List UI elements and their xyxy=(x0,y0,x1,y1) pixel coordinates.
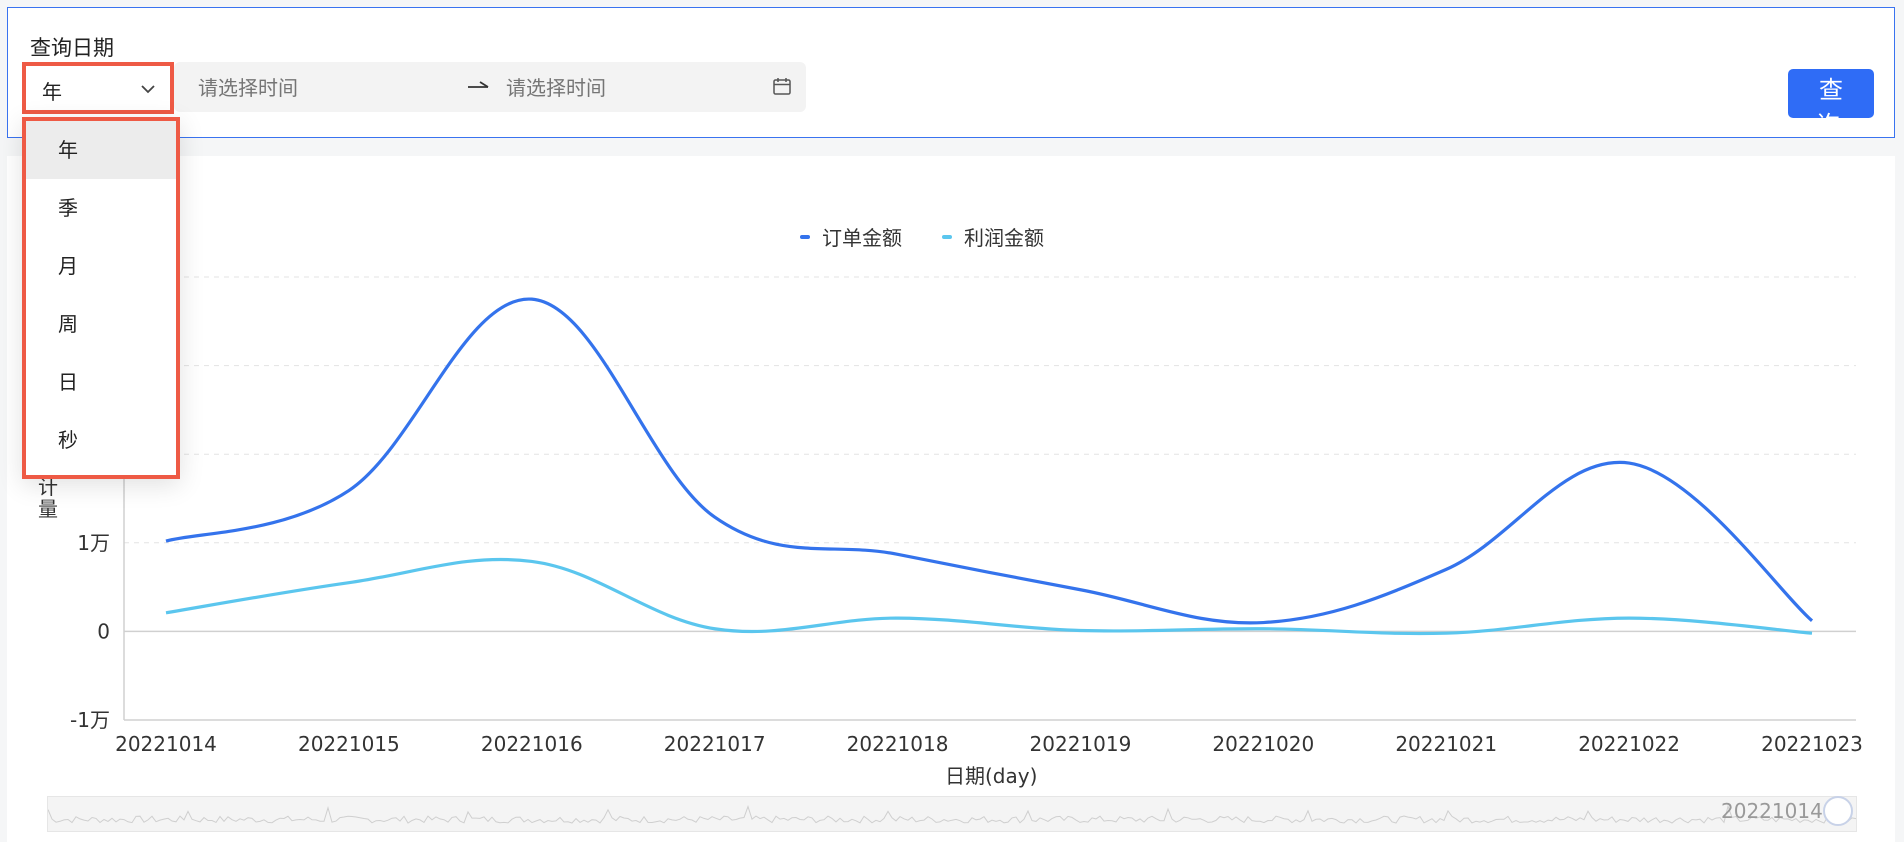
x-tick-label: 20221014 xyxy=(115,732,217,756)
legend-swatch-order xyxy=(800,234,810,239)
chart-legend: 订单金额 利润金额 xyxy=(800,222,1044,251)
x-tick-label: 20221018 xyxy=(847,732,949,756)
x-tick-label: 20221023 xyxy=(1761,732,1863,756)
zoom-handle[interactable] xyxy=(1823,796,1853,826)
dropdown-item-second[interactable]: 秒 xyxy=(26,411,176,469)
x-tick-label: 20221016 xyxy=(481,732,583,756)
dropdown-item-quarter[interactable]: 季 xyxy=(26,179,176,237)
legend-label-profit: 利润金额 xyxy=(964,226,1044,250)
arrow-right-icon xyxy=(468,81,489,88)
legend-item-order[interactable]: 订单金额 xyxy=(800,222,902,251)
chevron-down-icon xyxy=(141,85,155,94)
zoom-slider[interactable] xyxy=(47,796,1857,832)
zoom-preview-sparkline xyxy=(47,804,1857,824)
legend-item-profit[interactable]: 利润金额 xyxy=(942,222,1044,251)
dropdown-item-month[interactable]: 月 xyxy=(26,237,176,295)
x-tick-label: 20221015 xyxy=(298,732,400,756)
x-tick-label: 20221017 xyxy=(664,732,766,756)
granularity-dropdown-menu: 年 季 月 周 日 秒 xyxy=(22,117,180,479)
app-root: 1万 0 -1万 20221014 20221015 20221016 20221017 20… xyxy=(0,0,1904,842)
x-tick-label: 20221020 xyxy=(1212,732,1314,756)
dropdown-item-year[interactable]: 年 xyxy=(26,121,176,179)
y-tick-label: 0 xyxy=(97,619,110,643)
series-line-order[interactable] xyxy=(165,297,1814,625)
zoom-start-label: 20221014 xyxy=(1721,799,1823,823)
query-date-label: 查询日期 xyxy=(30,36,114,60)
granularity-select[interactable]: 年 xyxy=(22,62,174,114)
series-line-profit[interactable] xyxy=(165,557,1813,636)
date-range-picker[interactable] xyxy=(174,62,806,112)
y-tick-label: -1万 xyxy=(70,708,110,732)
query-button[interactable]: 查 询 xyxy=(1788,69,1874,139)
dropdown-item-week[interactable]: 周 xyxy=(26,295,176,353)
y-axis-label: 计量 xyxy=(38,475,58,521)
legend-label-order: 订单金额 xyxy=(822,226,902,250)
granularity-selected-value: 年 xyxy=(42,80,62,104)
legend-swatch-profit xyxy=(942,234,952,239)
x-tick-label: 20221022 xyxy=(1578,732,1680,756)
x-tick-label: 20221019 xyxy=(1030,732,1132,756)
x-axis-label: 日期(day) xyxy=(945,764,1038,788)
start-date-input[interactable] xyxy=(196,75,440,101)
y-tick-label: 1万 xyxy=(77,531,110,555)
calendar-icon[interactable] xyxy=(772,76,792,96)
end-date-input[interactable] xyxy=(504,75,748,101)
dropdown-item-day[interactable]: 日 xyxy=(26,353,176,411)
x-tick-label: 20221021 xyxy=(1395,732,1497,756)
